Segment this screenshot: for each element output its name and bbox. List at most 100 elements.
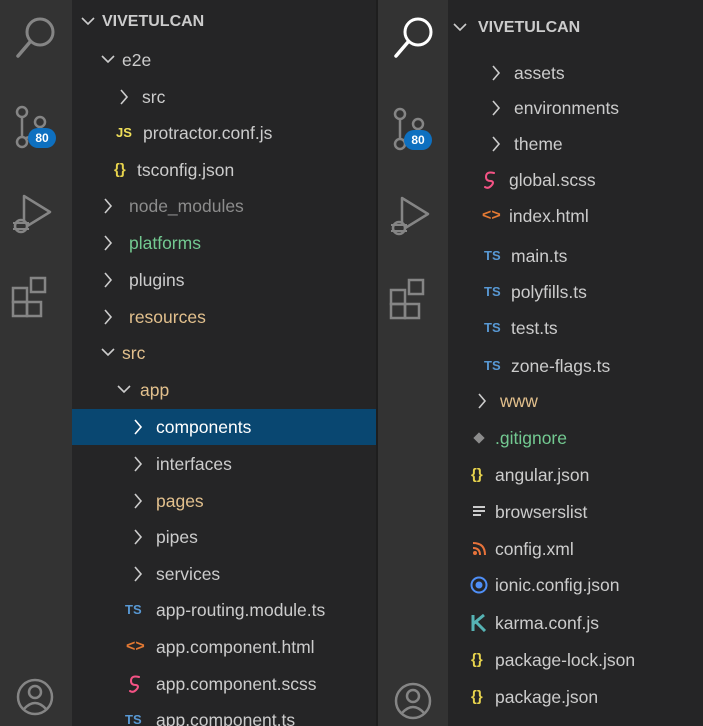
activity-source-control[interactable]: 80 bbox=[0, 90, 72, 160]
activity-bar: 80 bbox=[378, 0, 448, 726]
explorer-root[interactable]: VIVETULCAN bbox=[72, 4, 378, 40]
activity-source-control[interactable]: 80 bbox=[378, 92, 448, 162]
typescript-file-icon: TS bbox=[484, 248, 501, 263]
tree-file-main-ts[interactable]: TS main.ts bbox=[448, 238, 703, 274]
tree-folder-node-modules[interactable]: node_modules bbox=[72, 188, 378, 224]
tree-item-label: src bbox=[142, 87, 166, 107]
tree-item-label: pages bbox=[156, 491, 204, 511]
tree-item-label: package.json bbox=[495, 687, 599, 707]
activity-bar: 80 bbox=[0, 0, 72, 726]
tree-item-label: global.scss bbox=[509, 170, 596, 190]
tree-item-label: e2e bbox=[122, 50, 152, 70]
explorer-root-label: VIVETULCAN bbox=[478, 19, 581, 36]
chevron-right-icon bbox=[134, 456, 143, 472]
tree-file-global-scss[interactable]: global.scss bbox=[448, 162, 703, 198]
tree-file-package-lock[interactable]: {} package-lock.json bbox=[448, 642, 703, 678]
tree-file-app-component-ts[interactable]: TS app.component.ts bbox=[72, 702, 378, 726]
tree-folder-theme[interactable]: theme bbox=[448, 126, 703, 162]
activity-extensions[interactable] bbox=[0, 262, 72, 332]
tree-item-label: karma.conf.js bbox=[495, 613, 600, 633]
html-file-icon: <> bbox=[482, 207, 501, 224]
tree-folder-pipes[interactable]: pipes bbox=[72, 519, 378, 555]
chevron-down-icon bbox=[81, 17, 95, 26]
activity-extensions[interactable] bbox=[378, 264, 448, 334]
tree-folder-src[interactable]: src bbox=[72, 335, 378, 371]
tree-item-label: environments bbox=[514, 98, 620, 118]
tree-item-label: plugins bbox=[129, 270, 185, 290]
tree-item-label: app.component.html bbox=[156, 637, 315, 657]
chevron-down-icon bbox=[453, 23, 467, 32]
search-icon bbox=[394, 17, 433, 58]
activity-search[interactable] bbox=[378, 0, 448, 70]
html-file-icon: <> bbox=[126, 638, 145, 655]
tree-folder-interfaces[interactable]: interfaces bbox=[72, 446, 378, 482]
tree-file-test-ts[interactable]: TS test.ts bbox=[448, 310, 703, 346]
typescript-file-icon: TS bbox=[125, 712, 142, 726]
extensions-icon bbox=[389, 278, 425, 320]
tree-folder-e2e[interactable]: e2e bbox=[72, 42, 378, 78]
activity-search[interactable] bbox=[0, 0, 72, 70]
activity-run-debug[interactable] bbox=[378, 180, 448, 250]
chevron-right-icon bbox=[478, 393, 487, 409]
tree-item-label: angular.json bbox=[495, 465, 590, 485]
tree-file-tsconfig[interactable]: {} tsconfig.json bbox=[72, 152, 378, 188]
tree-folder-components[interactable]: components bbox=[72, 409, 378, 445]
javascript-file-icon: JS bbox=[116, 125, 132, 140]
tree-file-gitignore[interactable]: .gitignore bbox=[448, 420, 703, 456]
tree-item-label: src bbox=[122, 343, 146, 363]
tree-item-label: services bbox=[156, 564, 221, 584]
tree-file-protractor[interactable]: JS protractor.conf.js bbox=[72, 115, 378, 151]
chevron-right-icon bbox=[492, 136, 501, 152]
tree-file-polyfills-ts[interactable]: TS polyfills.ts bbox=[448, 274, 703, 310]
tree-folder-e2e-src[interactable]: src bbox=[72, 79, 378, 115]
chevron-down-icon bbox=[101, 348, 115, 357]
tree-folder-pages[interactable]: pages bbox=[72, 483, 378, 519]
activity-run-debug[interactable] bbox=[0, 178, 72, 248]
tree-folder-resources[interactable]: resources bbox=[72, 299, 378, 335]
karma-file-icon bbox=[471, 614, 487, 632]
chevron-down-icon bbox=[117, 385, 131, 394]
json-file-icon: {} bbox=[471, 466, 483, 483]
tree-file-zone-flags-ts[interactable]: TS zone-flags.ts bbox=[448, 348, 703, 384]
tree-folder-platforms[interactable]: platforms bbox=[72, 225, 378, 261]
tree-file-index-html[interactable]: <> index.html bbox=[448, 198, 703, 234]
rss-file-icon bbox=[472, 542, 486, 556]
tree-file-config-xml[interactable]: config.xml bbox=[448, 531, 703, 567]
tree-folder-plugins[interactable]: plugins bbox=[72, 262, 378, 298]
chevron-right-icon bbox=[134, 493, 143, 509]
tree-file-karma-conf[interactable]: karma.conf.js bbox=[448, 605, 703, 641]
chevron-right-icon bbox=[134, 566, 143, 582]
tree-file-ionic-config[interactable]: ionic.config.json bbox=[448, 567, 703, 603]
tree-item-label: app-routing.module.ts bbox=[156, 600, 326, 620]
tree-file-app-routing[interactable]: TS app-routing.module.ts bbox=[72, 592, 378, 628]
tree-file-angular-json[interactable]: {} angular.json bbox=[448, 457, 703, 493]
chevron-right-icon bbox=[492, 65, 501, 81]
tree-file-browserslist[interactable]: browserslist bbox=[448, 494, 703, 530]
run-debug-icon bbox=[391, 196, 430, 236]
run-debug-icon bbox=[13, 194, 52, 234]
typescript-file-icon: TS bbox=[484, 358, 501, 373]
tree-file-package-json[interactable]: {} package.json bbox=[448, 679, 703, 715]
tree-folder-app[interactable]: app bbox=[72, 372, 378, 408]
chevron-right-icon bbox=[104, 272, 113, 288]
tree-file-app-component-scss[interactable]: app.component.scss bbox=[72, 666, 378, 702]
git-file-icon bbox=[473, 432, 485, 444]
tree-folder-environments[interactable]: environments bbox=[448, 90, 703, 126]
tree-item-label: index.html bbox=[509, 206, 589, 226]
activity-accounts[interactable] bbox=[378, 664, 448, 726]
tree-folder-assets[interactable]: assets bbox=[448, 55, 703, 91]
explorer-root-label: VIVETULCAN bbox=[102, 13, 205, 30]
tree-folder-www[interactable]: www bbox=[448, 383, 703, 419]
typescript-file-icon: TS bbox=[125, 602, 142, 617]
sass-file-icon bbox=[129, 675, 140, 693]
activity-accounts[interactable] bbox=[0, 660, 72, 726]
tree-item-label: config.xml bbox=[495, 539, 574, 559]
tree-item-label: node_modules bbox=[129, 196, 244, 216]
explorer-root[interactable]: VIVETULCAN bbox=[448, 10, 703, 46]
explorer-tree: VIVETULCAN e2e src JS protractor.conf.js… bbox=[72, 0, 378, 726]
tree-file-app-component-html[interactable]: <> app.component.html bbox=[72, 629, 378, 665]
tree-item-label: app.component.scss bbox=[156, 674, 317, 694]
source-control-badge: 80 bbox=[28, 128, 56, 148]
tree-item-label: assets bbox=[514, 63, 565, 83]
tree-folder-services[interactable]: services bbox=[72, 556, 378, 592]
